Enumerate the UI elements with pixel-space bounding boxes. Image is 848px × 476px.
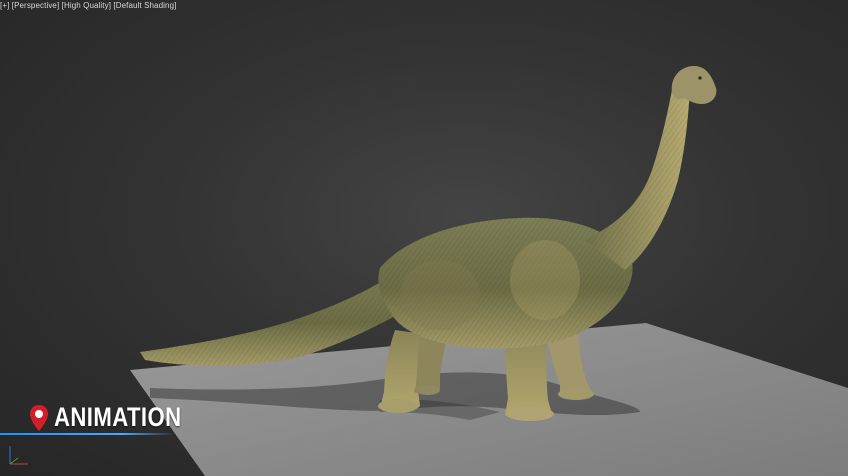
dinosaur-head [671, 66, 717, 104]
map-pin-icon [30, 404, 48, 431]
title-underline [0, 433, 175, 435]
axis-gizmo-icon [9, 446, 28, 465]
dinosaur-foot [378, 399, 418, 413]
3d-viewport[interactable]: [+] [Perspective] [High Quality] [Defaul… [0, 0, 848, 476]
dinosaur-foot [416, 385, 440, 395]
overlay-title: ANIMATION [54, 402, 182, 432]
dinosaur-foot [558, 388, 594, 400]
title-badge: ANIMATION [28, 402, 209, 433]
dinosaur-foot [506, 407, 554, 421]
